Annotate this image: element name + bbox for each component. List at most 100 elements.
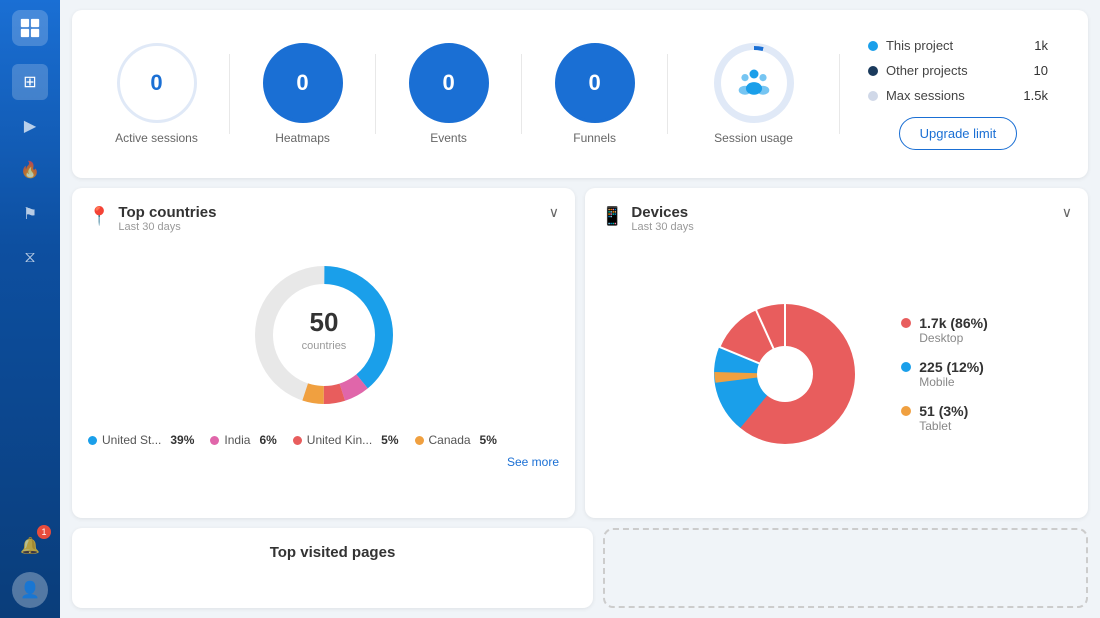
canada-pct: 5%	[480, 433, 497, 447]
active-sessions-value: 0	[150, 70, 162, 96]
people-icon	[736, 65, 772, 101]
tablet-label: Tablet	[919, 419, 968, 433]
stat-active-sessions: 0 Active sessions	[92, 43, 221, 145]
top-countries-header: 📍 Top countries Last 30 days ∨	[88, 204, 559, 233]
active-sessions-label: Active sessions	[115, 131, 198, 145]
tablet-info: 51 (3%) Tablet	[919, 403, 968, 433]
uk-name: United Kin...	[307, 433, 372, 447]
divider-3	[521, 54, 522, 134]
upgrade-limit-button[interactable]: Upgrade limit	[899, 117, 1018, 150]
divider-4	[667, 54, 668, 134]
funnels-label: Funnels	[573, 131, 616, 145]
device-legend: 1.7k (86%) Desktop 225 (12%) Mobile	[901, 315, 987, 433]
main-content: 0 Active sessions 0 Heatmaps 0 Events 0	[60, 0, 1100, 618]
other-projects-value: 10	[1034, 63, 1048, 78]
legend-row-max-sessions: Max sessions 1.5k	[868, 88, 1048, 103]
session-ring-inner	[721, 50, 787, 116]
session-legend: This project 1k Other projects 10 Max se…	[848, 28, 1068, 160]
legend-row-other-projects: Other projects 10	[868, 63, 1048, 78]
device-item-mobile: 225 (12%) Mobile	[901, 359, 987, 389]
devices-panel: 📱 Devices Last 30 days ∨	[585, 188, 1088, 518]
mobile-count: 225 (12%)	[919, 359, 984, 375]
desktop-label: Desktop	[919, 331, 987, 345]
uk-pct: 5%	[381, 433, 398, 447]
country-legend: United St... 39% India 6% United Kin... …	[88, 433, 559, 469]
devices-title-group: 📱 Devices Last 30 days	[601, 204, 694, 233]
top-countries-title: Top countries	[118, 204, 216, 221]
mobile-label: Mobile	[919, 375, 984, 389]
countries-donut-chart: 50 countries	[244, 255, 404, 415]
canada-name: Canada	[429, 433, 471, 447]
max-sessions-label: Max sessions	[886, 88, 1015, 103]
funnels-value: 0	[588, 70, 600, 96]
stat-events: 0 Events	[384, 43, 513, 145]
country-item-india: India 6%	[210, 433, 276, 447]
heatmaps-label: Heatmaps	[275, 131, 330, 145]
india-name: India	[224, 433, 250, 447]
events-label: Events	[430, 131, 467, 145]
india-pct: 6%	[259, 433, 276, 447]
device-item-tablet: 51 (3%) Tablet	[901, 403, 987, 433]
sidebar-item-dashboard[interactable]: ⊞	[12, 64, 48, 100]
heatmaps-circle: 0	[263, 43, 343, 123]
canada-dot	[415, 436, 424, 445]
top-countries-title-group: 📍 Top countries Last 30 days	[88, 204, 216, 233]
sidebar-item-heatmaps[interactable]: 🔥	[12, 152, 48, 188]
other-projects-dot	[868, 66, 878, 76]
us-name: United St...	[102, 433, 161, 447]
mobile-info: 225 (12%) Mobile	[919, 359, 984, 389]
divider-1	[229, 54, 230, 134]
panels-row: 📍 Top countries Last 30 days ∨	[72, 188, 1088, 518]
max-sessions-value: 1.5k	[1023, 88, 1048, 103]
logo[interactable]	[12, 10, 48, 46]
sidebar: ⊞ ▶ 🔥 ⚑ ⧖ 🔔 1 👤	[0, 0, 60, 618]
max-sessions-dot	[868, 91, 878, 101]
sidebar-item-flags[interactable]: ⚑	[12, 196, 48, 232]
session-usage-ring	[714, 43, 794, 123]
mobile-dot	[901, 362, 911, 372]
stat-heatmaps: 0 Heatmaps	[238, 43, 367, 145]
top-countries-panel: 📍 Top countries Last 30 days ∨	[72, 188, 575, 518]
legend-row-this-project: This project 1k	[868, 38, 1048, 53]
session-usage-widget: Session usage	[676, 43, 831, 145]
devices-header: 📱 Devices Last 30 days ∨	[601, 204, 1072, 233]
countries-donut-wrap: 50 countries	[88, 245, 559, 425]
desktop-dot	[901, 318, 911, 328]
us-pct: 39%	[170, 433, 194, 447]
this-project-value: 1k	[1034, 38, 1048, 53]
notifications-wrap: 🔔 1	[12, 528, 48, 564]
stat-funnels: 0 Funnels	[530, 43, 659, 145]
session-usage-label: Session usage	[714, 131, 793, 145]
devices-pie-chart	[685, 274, 885, 474]
device-item-desktop: 1.7k (86%) Desktop	[901, 315, 987, 345]
svg-text:countries: countries	[301, 340, 346, 352]
stats-card: 0 Active sessions 0 Heatmaps 0 Events 0	[72, 10, 1088, 178]
devices-title-text: Devices Last 30 days	[631, 204, 693, 233]
events-circle: 0	[409, 43, 489, 123]
top-countries-chevron[interactable]: ∨	[549, 204, 559, 221]
top-countries-subtitle: Last 30 days	[118, 221, 216, 233]
notification-badge: 1	[37, 525, 51, 539]
devices-subtitle: Last 30 days	[631, 221, 693, 233]
uk-dot	[293, 436, 302, 445]
location-icon: 📍	[88, 206, 110, 227]
devices-content: 1.7k (86%) Desktop 225 (12%) Mobile	[601, 245, 1072, 502]
funnels-circle: 0	[555, 43, 635, 123]
top-pages-card: Top visited pages	[72, 528, 593, 608]
placeholder-card	[603, 528, 1088, 608]
user-avatar[interactable]: 👤	[12, 572, 48, 608]
mobile-icon: 📱	[601, 206, 623, 227]
other-projects-label: Other projects	[886, 63, 1026, 78]
active-sessions-circle: 0	[117, 43, 197, 123]
country-item-uk: United Kin... 5%	[293, 433, 399, 447]
devices-chevron[interactable]: ∨	[1062, 204, 1072, 221]
divider-5	[839, 54, 840, 134]
sidebar-item-play[interactable]: ▶	[12, 108, 48, 144]
divider-2	[375, 54, 376, 134]
sidebar-item-filters[interactable]: ⧖	[12, 240, 48, 276]
desktop-count: 1.7k (86%)	[919, 315, 987, 331]
desktop-info: 1.7k (86%) Desktop	[919, 315, 987, 345]
see-more-link[interactable]: See more	[507, 455, 559, 469]
top-pages-title: Top visited pages	[92, 544, 573, 561]
devices-title: Devices	[631, 204, 693, 221]
